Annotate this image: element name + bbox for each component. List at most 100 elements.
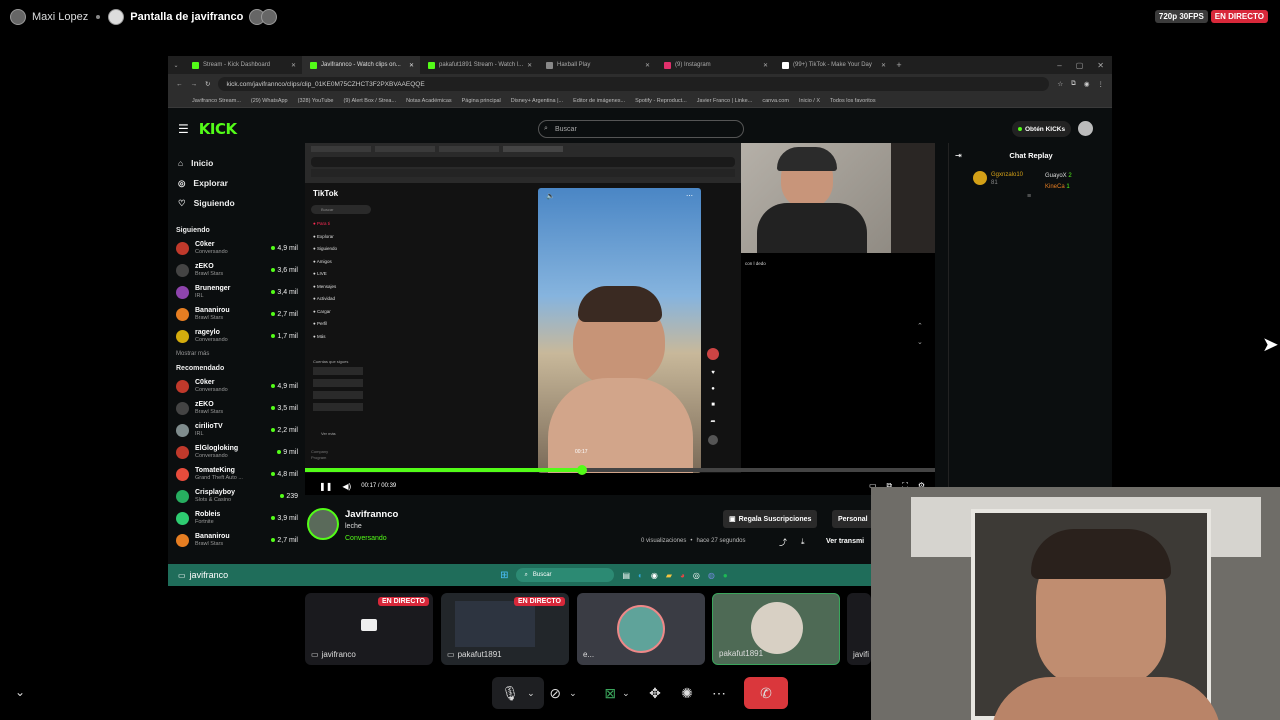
reload-icon[interactable]: ↻ <box>205 80 210 88</box>
bookmark-item[interactable]: canva.com <box>762 98 789 104</box>
extensions-icon[interactable]: ⧉ <box>1071 80 1076 88</box>
bookmark-item[interactable]: Javifranco Stream... <box>192 98 241 104</box>
tile-pakafut-screen[interactable]: EN DIRECTO ▭ pakafut1891 <box>441 593 569 665</box>
creator-avatar[interactable] <box>707 348 719 360</box>
discord-app-icon[interactable]: ◍ <box>708 571 715 580</box>
clip-player[interactable]: TikTok Buscar ● Para ti ● Explorar ● Sigui… <box>305 143 935 495</box>
like-icon[interactable]: ♥ <box>711 370 715 376</box>
folder-icon[interactable]: ▰ <box>666 571 672 580</box>
new-tab-button[interactable]: + <box>892 60 906 70</box>
share-icon[interactable]: ➦ <box>710 418 715 425</box>
forward-icon[interactable]: → <box>191 81 198 88</box>
nav-item[interactable]: ♡ Siguiendo <box>168 193 304 213</box>
bookmark-item[interactable]: Todos los favoritos <box>830 98 876 104</box>
show-more-link[interactable]: Mostrar más <box>168 347 304 361</box>
channel-item[interactable]: zEKO Brawl Stars 3,5 mil <box>168 397 304 419</box>
obs-icon[interactable]: ◎ <box>693 571 700 580</box>
close-icon[interactable]: ✕ <box>1097 61 1104 70</box>
channel-item[interactable]: TomateKing Grand Theft Auto ... 4,8 mil <box>168 463 304 485</box>
browser-tab[interactable]: Haxball Play ✕ <box>538 56 656 74</box>
menu-dots-icon[interactable]: ⋮ <box>1098 80 1113 88</box>
tab-close-icon[interactable]: ✕ <box>881 62 892 69</box>
profile-icon[interactable]: ◉ <box>1084 80 1090 88</box>
windows-start-icon[interactable]: ⊞ <box>500 570 508 581</box>
bookmark-icon[interactable]: ■ <box>711 402 715 408</box>
hamburger-icon[interactable]: ☰ <box>178 122 189 136</box>
pause-icon[interactable]: ❚❚ <box>319 482 332 491</box>
mic-button[interactable]: 🎙 ⌄ <box>492 677 544 709</box>
volume-control-icon[interactable]: ◀) <box>342 482 351 491</box>
tile-partial[interactable]: javifi <box>847 593 871 665</box>
channel-item[interactable]: Crisplayboy Slots & Casino 239 <box>168 485 304 507</box>
channel-item[interactable]: Robleis Fortnite 3,9 mil <box>168 507 304 529</box>
star-icon[interactable]: ☆ <box>1057 80 1063 88</box>
tile-avatar-user[interactable]: e... <box>577 593 705 665</box>
channel-item[interactable]: Brunenger IRL 3,4 mil <box>168 281 304 303</box>
collapse-icon[interactable]: ⌄ <box>10 682 30 702</box>
tile-javifranco[interactable]: EN DIRECTO ▭ javifranco <box>305 593 433 665</box>
account-avatar[interactable] <box>1078 121 1093 136</box>
channel-name[interactable]: Javifrannco <box>345 509 398 520</box>
browser-tab[interactable]: Stream - Kick Dashboard ✕ <box>184 56 302 74</box>
gift-subs-button[interactable]: ▣ Regala Suscripciones <box>723 510 818 528</box>
edge-icon[interactable]: ◐ <box>638 571 643 580</box>
soundboard-button[interactable]: ✺ <box>676 677 698 709</box>
channel-avatar[interactable] <box>307 508 339 540</box>
chevron-down-icon[interactable]: ⌄ <box>527 688 535 699</box>
more-icon[interactable]: ⋯ <box>686 192 693 200</box>
progress-thumb[interactable] <box>577 465 588 475</box>
bookmark-item[interactable]: Notas Académicas <box>406 98 452 104</box>
bookmark-item[interactable]: (328) YouTube <box>298 98 334 104</box>
kick-logo[interactable]: KICK <box>199 120 237 138</box>
channel-category[interactable]: Conversando <box>345 535 387 542</box>
bookmark-item[interactable]: Spotify - Reproduct... <box>635 98 687 104</box>
prev-clip-icon[interactable]: ⌃ <box>917 319 923 335</box>
personalize-button[interactable]: Personal <box>832 510 874 528</box>
disconnect-button[interactable]: ✆ <box>744 677 788 709</box>
get-kicks-button[interactable]: Obtén KICKs <box>1012 121 1072 137</box>
bookmark-item[interactable]: (29) WhatsApp <box>251 98 288 104</box>
screenshare-button[interactable]: ⊠ ⌄ <box>596 677 638 709</box>
chevron-down-icon-2[interactable]: ⌄ <box>569 688 577 699</box>
channel-item[interactable]: Bananirou Brawl Stars 2,7 mil <box>168 529 304 551</box>
channel-item[interactable]: C0ker Conversando 4,9 mil <box>168 237 304 259</box>
watch-stream-button[interactable]: Ver transmi <box>826 538 864 545</box>
bookmark-item[interactable]: Disney+ Argentina |... <box>511 98 563 104</box>
url-input[interactable]: kick.com/javifrannco/clips/clip_01KE0M75… <box>218 77 1050 91</box>
browser-tab[interactable]: pakafut1891 Stream - Watch l... ✕ <box>420 56 538 74</box>
browser-tab[interactable]: (99+) TikTok - Make Your Day ✕ <box>774 56 892 74</box>
channel-item[interactable]: rageylo Conversando 1,7 mil <box>168 325 304 347</box>
search-input[interactable]: ⌕ Buscar <box>538 120 744 138</box>
tab-close-icon[interactable]: ✕ <box>291 62 302 69</box>
bookmark-item[interactable]: Inicio / X <box>799 98 820 104</box>
tiktok-video[interactable]: 🔈 ⋯ <box>538 188 701 473</box>
tab-search-icon[interactable]: ⌄ <box>168 62 184 69</box>
chrome-icon[interactable]: ◕ <box>680 571 685 580</box>
comment-icon[interactable]: ● <box>711 386 715 392</box>
tab-close-icon[interactable]: ✕ <box>409 62 420 69</box>
browser-tab[interactable]: (9) Instagram ✕ <box>656 56 774 74</box>
channel-item[interactable]: cirilioTV IRL 2,2 mil <box>168 419 304 441</box>
volume-icon[interactable]: 🔈 <box>546 192 555 200</box>
channel-item[interactable]: C0ker Conversando 4,9 mil <box>168 375 304 397</box>
camera-button[interactable]: ⊘ ⌄ <box>540 677 586 709</box>
share-clip-icon[interactable]: ⤴ <box>779 537 787 548</box>
channel-item[interactable]: Bananirou Brawl Stars 2,7 mil <box>168 303 304 325</box>
channel-item[interactable]: ElGlogloking Conversando 9 mil <box>168 441 304 463</box>
bookmark-item[interactable]: Página principal <box>462 98 501 104</box>
maximize-icon[interactable]: ▢ <box>1076 61 1084 70</box>
taskbar-search[interactable]: ⌕ Buscar <box>516 568 615 582</box>
task-view-icon[interactable]: ▤ <box>622 571 630 580</box>
more-options-button[interactable]: ⋯ <box>708 677 730 709</box>
bookmark-item[interactable]: (9) Alert Box / Strea... <box>344 98 397 104</box>
download-icon[interactable]: ⤓ <box>801 537 805 547</box>
minimize-icon[interactable]: – <box>1057 61 1061 70</box>
nav-item[interactable]: ◎ Explorar <box>168 173 304 193</box>
tab-close-icon[interactable]: ✕ <box>763 62 774 69</box>
activities-button[interactable]: ✥ <box>644 677 666 709</box>
bookmark-item[interactable]: Javier Franco | Linke... <box>697 98 753 104</box>
next-clip-icon[interactable]: ⌄ <box>917 335 923 351</box>
tab-close-icon[interactable]: ✕ <box>527 62 538 69</box>
browser-tab[interactable]: Javifrannco - Watch clips on... ✕ <box>302 56 420 74</box>
bookmark-item[interactable]: Editor de imágenes... <box>573 98 625 104</box>
